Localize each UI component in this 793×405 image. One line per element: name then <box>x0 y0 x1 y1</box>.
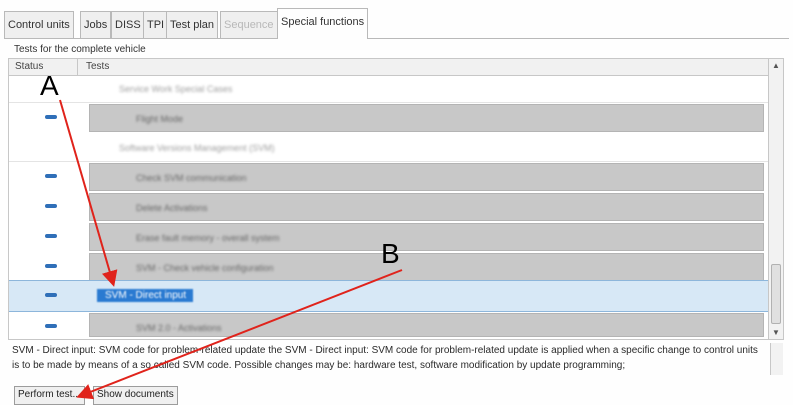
status-indicator-icon <box>45 234 57 238</box>
tab-test-plan[interactable]: Test plan <box>166 11 219 38</box>
scroll-up-icon[interactable]: ▲ <box>772 61 780 70</box>
tab-jobs[interactable]: Jobs <box>80 11 112 38</box>
scroll-thumb[interactable] <box>771 264 781 324</box>
description-scrollbar[interactable] <box>770 343 783 375</box>
panel-title: Tests for the complete vehicle <box>14 44 146 55</box>
list-scrollbar[interactable]: ▲ ▼ <box>768 59 783 339</box>
test-cell: Erase fault memory - overall system <box>89 223 764 251</box>
tab-tpi[interactable]: TPI <box>143 11 169 38</box>
test-row-selected[interactable]: SVM - Direct input <box>9 280 768 312</box>
test-cell: Flight Mode <box>89 104 764 132</box>
test-cell: SVM - Check vehicle configuration <box>89 253 764 281</box>
test-row[interactable]: Delete Activations <box>9 192 768 222</box>
test-label: SVM - Check vehicle configuration <box>136 263 274 273</box>
test-label: Delete Activations <box>136 203 208 213</box>
tab-special-functions[interactable]: Special functions <box>277 8 369 39</box>
test-label: SVM 2.0 - Activations <box>136 323 222 333</box>
status-indicator-icon <box>45 324 57 328</box>
group-row: Software Versions Management (SVM) <box>9 135 768 162</box>
status-indicator-icon <box>45 264 57 268</box>
test-cell: Delete Activations <box>89 193 764 221</box>
perform-test-button[interactable]: Perform test... <box>14 386 85 405</box>
test-row[interactable]: Flight Mode <box>9 103 768 133</box>
test-label: Check SVM communication <box>136 173 247 183</box>
column-divider[interactable] <box>77 59 78 75</box>
tab-control-units[interactable]: Control units <box>4 11 74 38</box>
show-documents-button[interactable]: Show documents <box>93 386 178 405</box>
test-description: SVM - Direct input: SVM code for problem… <box>12 345 758 371</box>
list-header: Status Tests <box>9 59 768 76</box>
test-row[interactable]: Check SVM communication <box>9 162 768 192</box>
group-label: Service Work Special Cases <box>119 84 233 94</box>
test-label: Erase fault memory - overall system <box>136 233 280 243</box>
column-header-tests[interactable]: Tests <box>86 61 109 72</box>
status-indicator-icon <box>45 174 57 178</box>
test-cell: SVM 2.0 - Activations <box>89 313 764 337</box>
test-cell: SVM - Direct input <box>89 282 764 310</box>
group-row: Service Work Special Cases <box>9 76 768 103</box>
tests-list: Status Tests Service Work Special Cases … <box>8 58 784 340</box>
scroll-down-icon[interactable]: ▼ <box>772 328 780 337</box>
status-indicator-icon <box>45 204 57 208</box>
test-row[interactable]: SVM 2.0 - Activations <box>9 312 768 338</box>
tab-sequence: Sequence <box>220 11 278 38</box>
tab-strip: Control units Jobs DISS TPI Test plan Se… <box>4 8 789 39</box>
annotation-label-b: B <box>381 238 400 269</box>
test-label: Flight Mode <box>136 114 184 124</box>
tab-diss[interactable]: DISS <box>111 11 145 38</box>
test-label-selected: SVM - Direct input <box>97 289 193 302</box>
group-label: Software Versions Management (SVM) <box>119 143 275 153</box>
status-indicator-icon <box>45 293 57 297</box>
annotation-label-a: A <box>40 70 59 101</box>
test-cell: Check SVM communication <box>89 163 764 191</box>
status-indicator-icon <box>45 115 57 119</box>
